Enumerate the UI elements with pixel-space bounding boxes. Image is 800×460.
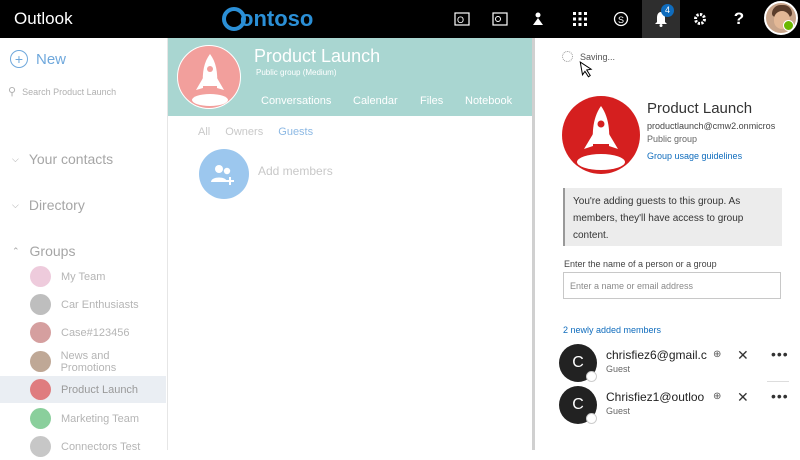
new-button[interactable]: + New [10, 50, 66, 68]
group-type: Public group [647, 134, 698, 144]
top-bar: Outlook ontoso O S 4 ? [0, 0, 800, 38]
group-item-my-team[interactable]: My Team [0, 263, 166, 290]
group-label: Product Launch [61, 383, 139, 396]
member-field-label: Enter the name of a person or a group [564, 259, 717, 269]
tab-files[interactable]: Files [420, 95, 443, 107]
member-role: Guest [606, 406, 631, 416]
add-members-panel: Saving... Product Launch productlaunch@c… [535, 38, 800, 450]
gear-icon[interactable] [681, 0, 719, 38]
group-avatar [30, 351, 51, 372]
group-item-marketing-team[interactable]: Marketing Team [0, 405, 166, 432]
search-icon: ⚲ [8, 86, 17, 98]
member-search-input[interactable] [563, 272, 781, 299]
group-avatar [30, 294, 51, 315]
search-placeholder: Search Product Launch [22, 86, 117, 97]
remove-member-icon[interactable]: ✕ [737, 347, 749, 364]
tab-guests[interactable]: Guests [278, 126, 313, 138]
more-options-icon[interactable]: ••• [771, 346, 789, 362]
group-avatar [30, 322, 51, 343]
add-members-button[interactable] [199, 149, 249, 199]
svg-text:O: O [457, 15, 464, 25]
presence-icon [586, 413, 597, 424]
user-avatar[interactable] [764, 1, 798, 35]
bell-icon[interactable]: 4 [642, 0, 680, 38]
group-item-product-launch[interactable]: Product Launch [0, 376, 166, 403]
member-row: C Chrisfiez1@outloo ⊕ Guest ✕ ••• [535, 382, 800, 424]
member-name: chrisfiez6@gmail.c [606, 348, 707, 362]
group-header: Product Launch Public group (Medium) Con… [168, 38, 532, 116]
section-label: Directory [28, 197, 85, 213]
newly-added-header: 2 newly added members [563, 325, 662, 335]
presence-icon [586, 371, 597, 382]
group-label: Marketing Team [61, 412, 140, 425]
chevron-down-icon: ⌵ [12, 199, 19, 210]
group-usage-guidelines-link[interactable]: Group usage guidelines [647, 151, 742, 161]
help-icon[interactable]: ? [720, 0, 758, 38]
new-button-label: New [36, 50, 67, 68]
globe-icon: ⊕ [713, 349, 722, 360]
tab-owners[interactable]: Owners [225, 126, 263, 138]
section-directory[interactable]: ⌵ Directory [12, 197, 85, 213]
section-groups[interactable]: ⌃ Groups [12, 243, 75, 259]
left-navigation: + New ⚲ Search Product Launch ⌵ Your con… [0, 38, 168, 457]
group-avatar [30, 436, 51, 457]
add-members-label[interactable]: Add members [258, 164, 333, 178]
group-avatar [30, 266, 51, 287]
notification-badge: 4 [661, 4, 674, 17]
app-launcher-icon[interactable] [561, 0, 599, 38]
group-label: Car Enthusiasts [61, 298, 139, 311]
group-avatar [30, 379, 51, 400]
tab-calendar[interactable]: Calendar [353, 95, 398, 107]
more-options-icon[interactable]: ••• [771, 388, 789, 404]
group-logo [177, 45, 241, 109]
panel-group-title: Product Launch [647, 100, 753, 117]
add-person-icon [211, 165, 234, 185]
group-item-case[interactable]: Case#123456 [0, 319, 166, 346]
member-row: C chrisfiez6@gmail.c ⊕ Guest ✕ ••• [535, 340, 800, 382]
tab-all[interactable]: All [198, 126, 210, 138]
group-subtitle: Public group (Medium) [256, 68, 337, 77]
app-title[interactable]: Outlook [14, 9, 73, 29]
member-filter-tabs: All Owners Guests [198, 126, 325, 138]
teams-icon[interactable] [519, 0, 557, 38]
section-label: Groups [29, 243, 76, 259]
member-role: Guest [606, 364, 631, 374]
group-item-news-and-promotions[interactable]: News and Promotions [0, 348, 166, 375]
section-label: Your contacts [28, 151, 114, 167]
tab-conversations[interactable]: Conversations [261, 95, 331, 107]
globe-icon: ⊕ [713, 391, 722, 402]
brand-text: ontoso [240, 6, 314, 31]
group-avatar [30, 408, 51, 429]
tab-notebook[interactable]: Notebook [465, 95, 512, 107]
presence-status-icon [783, 20, 794, 31]
member-name: Chrisfiez1@outloo [606, 390, 705, 404]
group-logo-large [562, 96, 640, 174]
section-your-contacts[interactable]: ⌵ Your contacts [12, 151, 113, 167]
chevron-down-icon: ⌵ [12, 153, 19, 164]
group-title: Product Launch [254, 46, 381, 66]
plus-icon: + [10, 50, 28, 68]
chevron-up-icon: ⌃ [12, 245, 20, 256]
guest-notice: You're adding guests to this group. As m… [563, 188, 782, 246]
group-email: productlaunch@cmw2.onmicros [647, 121, 776, 131]
group-item-car-enthusiasts[interactable]: Car Enthusiasts [0, 291, 166, 318]
outlook-app-icon[interactable]: O [443, 0, 481, 38]
remove-member-icon[interactable]: ✕ [737, 389, 749, 406]
brand-logo: ontoso [222, 2, 313, 36]
outlook-icon[interactable] [481, 0, 519, 38]
group-item-connectors-test[interactable]: Connectors Test [0, 433, 166, 460]
mouse-cursor-icon [579, 59, 595, 84]
search-box[interactable]: ⚲ Search Product Launch [8, 85, 116, 98]
group-label: News and Promotions [60, 349, 117, 374]
group-label: My Team [61, 270, 106, 283]
skype-icon[interactable]: S [602, 0, 640, 38]
spinner-icon [562, 51, 573, 62]
group-label: Case#123456 [61, 326, 130, 339]
group-label: Connectors Test [61, 440, 141, 453]
svg-text:S: S [618, 15, 624, 25]
